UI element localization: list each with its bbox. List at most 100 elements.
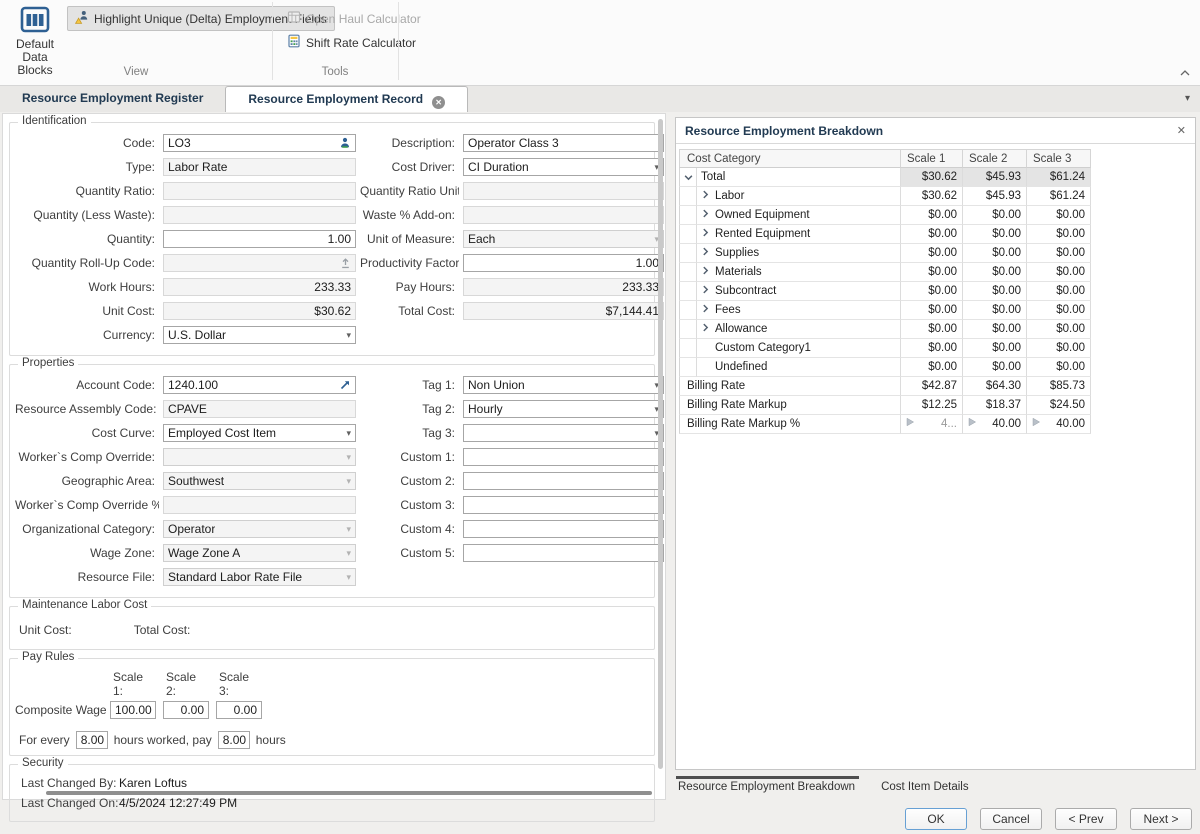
breakdown-row-allowance[interactable]: Allowance$0.00$0.00$0.00 — [679, 320, 1091, 339]
expander-down-icon[interactable] — [679, 168, 697, 187]
breakdown-row-fees[interactable]: Fees$0.00$0.00$0.00 — [679, 301, 1091, 320]
breakdown-row-custom-category1[interactable]: Custom Category1$0.00$0.00$0.00 — [679, 339, 1091, 358]
form-row: Worker`s Comp Override:▾Custom 1: — [15, 448, 649, 466]
cost-category-cell: Labor — [697, 187, 901, 206]
breakdown-panel-header: Resource Employment Breakdown ✕ — [676, 118, 1195, 144]
collapse-ribbon-icon[interactable] — [1178, 68, 1192, 78]
tab-resource-employment-register[interactable]: Resource Employment Register — [0, 86, 225, 111]
tag-2-field[interactable]: Hourly▾ — [463, 400, 664, 418]
prev-button[interactable]: < Prev — [1055, 808, 1117, 830]
value-cell: $0.00 — [1027, 206, 1091, 225]
app-window: { "colors": { "accent_blue": "#2e6093", … — [0, 0, 1200, 834]
custom-5-label: Custom 5: — [360, 544, 459, 562]
form-row: Unit Cost:$30.62Total Cost:$7,144.41 — [15, 302, 649, 320]
cancel-button[interactable]: Cancel — [980, 808, 1042, 830]
last-changed-on-value: 4/5/2024 12:27:49 PM — [119, 796, 649, 810]
apply-triangle-icon[interactable] — [1031, 415, 1041, 433]
horizontal-scrollbar[interactable] — [46, 791, 652, 795]
field-value: 1.00 — [636, 256, 659, 270]
vertical-scrollbar[interactable] — [657, 117, 664, 792]
close-tab-icon[interactable]: ✕ — [432, 96, 445, 109]
account-code-field[interactable]: 1240.100 — [163, 376, 356, 394]
tab-list-dropdown-icon[interactable]: ▾ — [1185, 93, 1190, 104]
breakdown-row-labor[interactable]: Labor$30.62$45.93$61.24 — [679, 187, 1091, 206]
person-icon[interactable] — [339, 137, 351, 149]
custom-3-field[interactable] — [463, 496, 664, 514]
currency-label: Currency: — [15, 326, 159, 344]
value-cell: $0.00 — [1027, 225, 1091, 244]
breakdown-row-undefined[interactable]: Undefined$0.00$0.00$0.00 — [679, 358, 1091, 377]
description-field[interactable]: Operator Class 3 — [463, 134, 664, 152]
field-value: CPAVE — [168, 402, 207, 416]
tab-resource-employment-record[interactable]: Resource Employment Record✕ — [225, 86, 468, 112]
tag-1-field[interactable]: Non Union▾ — [463, 376, 664, 394]
expander-right-icon[interactable] — [701, 187, 710, 205]
hours-label: hours — [256, 730, 286, 750]
work-hours-field: 233.33 — [163, 278, 356, 296]
breakdown-row-rented-equipment[interactable]: Rented Equipment$0.00$0.00$0.00 — [679, 225, 1091, 244]
breakdown-header-row: Cost CategoryScale 1Scale 2Scale 3 — [679, 149, 1091, 168]
value-cell: $0.00 — [901, 282, 963, 301]
tab-label: Resource Employment Register — [22, 91, 203, 105]
composite-wage-scale-3-field[interactable]: 0.00 — [216, 701, 262, 719]
expander-right-icon[interactable] — [701, 320, 710, 338]
next-button[interactable]: Next > — [1130, 808, 1192, 830]
breakdown-row-total[interactable]: Total$30.62$45.93$61.24 — [679, 168, 1091, 187]
field-value: $30.62 — [314, 304, 351, 318]
custom-4-field[interactable] — [463, 520, 664, 538]
custom-2-field[interactable] — [463, 472, 664, 490]
composite-wage-scale-1-field[interactable]: 100.00 — [110, 701, 156, 719]
value-cell: $0.00 — [963, 206, 1027, 225]
hours-worked-field[interactable]: 8.00 — [76, 731, 108, 749]
quantity-field[interactable]: 1.00 — [163, 230, 356, 248]
expander-right-icon[interactable] — [701, 282, 710, 300]
breakdown-row-billing-rate[interactable]: Billing Rate$42.87$64.30$85.73 — [679, 377, 1091, 396]
bottom-tab-cost-item-details[interactable]: Cost Item Details — [879, 776, 973, 793]
productivity-factor-field[interactable]: 1.00 — [463, 254, 664, 272]
expander-right-icon[interactable] — [701, 301, 710, 319]
value-cell: $0.00 — [1027, 358, 1091, 377]
breakdown-row-materials[interactable]: Materials$0.00$0.00$0.00 — [679, 263, 1091, 282]
apply-triangle-icon[interactable] — [967, 415, 977, 433]
expander-right-icon[interactable] — [701, 225, 710, 243]
drill-icon[interactable] — [339, 379, 351, 391]
bottom-tab-resource-employment-breakdown[interactable]: Resource Employment Breakdown — [676, 776, 859, 793]
scale-2-header[interactable]: Scale 2 — [963, 149, 1027, 168]
ok-button[interactable]: OK — [905, 808, 967, 830]
hours-paid-field[interactable]: 8.00 — [218, 731, 250, 749]
custom-1-field[interactable] — [463, 448, 664, 466]
resource-file-field: Standard Labor Rate File▾ — [163, 568, 356, 586]
breakdown-row-billing-rate-markup[interactable]: Billing Rate Markup %4...40.0040.00 — [679, 415, 1091, 434]
breakdown-row-billing-rate-markup[interactable]: Billing Rate Markup$12.25$18.37$24.50 — [679, 396, 1091, 415]
custom-1-label: Custom 1: — [360, 448, 459, 466]
cost-driver-field[interactable]: CI Duration▾ — [463, 158, 664, 176]
cost-category-cell: Billing Rate Markup % — [679, 415, 901, 434]
breakdown-row-subcontract[interactable]: Subcontract$0.00$0.00$0.00 — [679, 282, 1091, 301]
cost-category-header[interactable]: Cost Category — [679, 149, 901, 168]
tag-3-field[interactable]: ▾ — [463, 424, 664, 442]
expander-right-icon[interactable] — [701, 244, 710, 262]
expander-right-icon[interactable] — [701, 263, 710, 281]
code-field[interactable]: LO3 — [163, 134, 356, 152]
scale-3-header[interactable]: Scale 3 — [1027, 149, 1091, 168]
record-form-panel: Identification Code:LO3Description:Opera… — [2, 113, 666, 800]
cost-curve-field[interactable]: Employed Cost Item▾ — [163, 424, 356, 442]
quantity-less-waste-label: Quantity (Less Waste): — [15, 206, 159, 224]
open-haul-label: Open Haul Calculator — [306, 12, 421, 26]
breakdown-row-owned-equipment[interactable]: Owned Equipment$0.00$0.00$0.00 — [679, 206, 1091, 225]
scale-1-header[interactable]: Scale 1 — [901, 149, 963, 168]
quantity-roll-up-code-label: Quantity Roll-Up Code: — [15, 254, 159, 272]
value-cell: $0.00 — [1027, 339, 1091, 358]
apply-triangle-icon[interactable] — [905, 415, 915, 433]
expander-right-icon[interactable] — [701, 206, 710, 224]
cost-category-cell: Custom Category1 — [697, 339, 901, 358]
composite-wage-scale-2-field[interactable]: 0.00 — [163, 701, 209, 719]
custom-5-field[interactable] — [463, 544, 664, 562]
currency-field[interactable]: U.S. Dollar▾ — [163, 326, 356, 344]
dropdown-caret-icon: ▾ — [346, 428, 351, 439]
rollup-icon[interactable] — [340, 258, 351, 269]
value-cell: $45.93 — [963, 187, 1027, 206]
close-panel-icon[interactable]: ✕ — [1177, 124, 1186, 137]
breakdown-row-supplies[interactable]: Supplies$0.00$0.00$0.00 — [679, 244, 1091, 263]
shift-rate-calculator-button[interactable]: Shift Rate Calculator — [280, 31, 423, 54]
